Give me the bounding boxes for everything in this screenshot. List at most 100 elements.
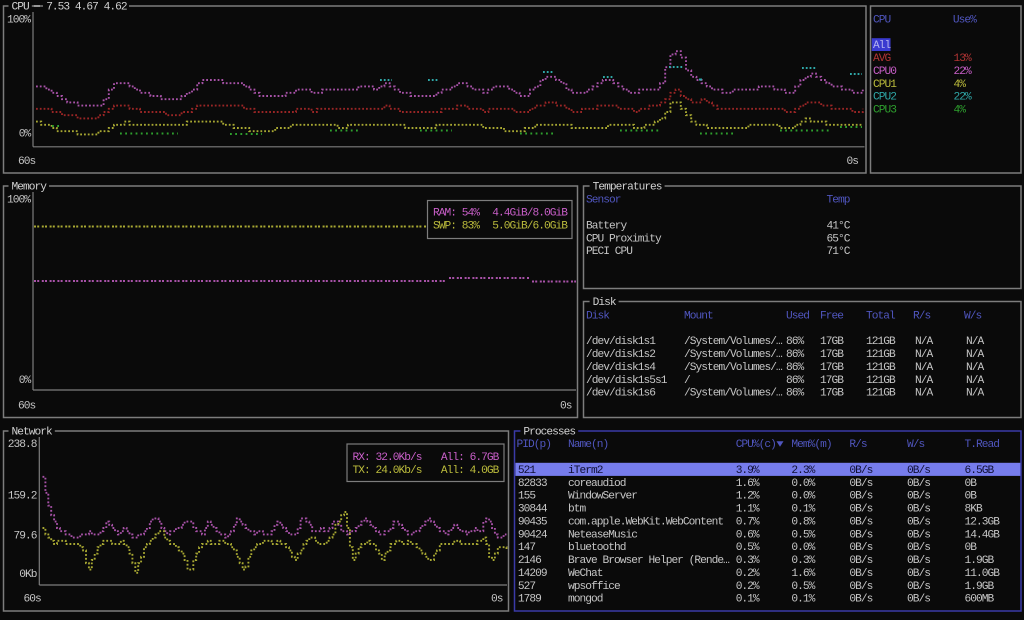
svg-text:1.1%: 1.1% bbox=[736, 504, 760, 516]
svg-text:N/A: N/A bbox=[966, 336, 984, 348]
svg-text:N/A: N/A bbox=[915, 336, 933, 348]
svg-text:86%: 86% bbox=[786, 336, 804, 348]
svg-text:0.1%: 0.1% bbox=[791, 504, 815, 516]
svg-text:0B/s: 0B/s bbox=[849, 542, 872, 554]
svg-text:11.0GB: 11.0GB bbox=[965, 568, 1001, 580]
svg-text:2146: 2146 bbox=[518, 555, 541, 567]
svg-text:0B/s: 0B/s bbox=[849, 581, 872, 593]
svg-text:Mount: Mount bbox=[684, 311, 713, 323]
svg-text:8KB: 8KB bbox=[965, 504, 983, 516]
svg-text:0.3%: 0.3% bbox=[736, 555, 760, 567]
svg-text:N/A: N/A bbox=[915, 375, 933, 387]
svg-text:Battery: Battery bbox=[586, 220, 627, 232]
svg-text:/System/Volumes/…: /System/Volumes/… bbox=[684, 388, 783, 400]
svg-text:/dev/disk1s1: /dev/disk1s1 bbox=[586, 336, 656, 348]
svg-text:N/A: N/A bbox=[915, 349, 933, 361]
svg-text:71°C: 71°C bbox=[827, 246, 851, 258]
svg-text:600MB: 600MB bbox=[965, 594, 995, 606]
svg-text:0B/s: 0B/s bbox=[907, 504, 930, 516]
svg-text:0B/s: 0B/s bbox=[849, 465, 872, 477]
svg-text:W/s: W/s bbox=[907, 439, 924, 451]
svg-text:4%: 4% bbox=[954, 105, 967, 117]
svg-text:/: / bbox=[684, 375, 691, 387]
svg-text:0B/s: 0B/s bbox=[907, 491, 930, 503]
svg-text:SWP: 83%: SWP: 83% bbox=[433, 220, 480, 232]
svg-text:82833: 82833 bbox=[518, 478, 547, 490]
svg-text:1.9GB: 1.9GB bbox=[965, 555, 995, 567]
svg-text:147: 147 bbox=[518, 542, 535, 554]
svg-text:Free: Free bbox=[820, 311, 843, 323]
svg-text:0B: 0B bbox=[965, 542, 978, 554]
svg-text:RAM: 54%: RAM: 54% bbox=[433, 208, 480, 220]
svg-text:0B: 0B bbox=[965, 491, 978, 503]
svg-text:Sensor: Sensor bbox=[586, 195, 621, 207]
svg-text:CPU1: CPU1 bbox=[873, 79, 897, 91]
svg-text:17GB: 17GB bbox=[820, 362, 844, 374]
svg-text:T.Read: T.Read bbox=[965, 439, 1000, 451]
svg-text:0s: 0s bbox=[847, 156, 859, 168]
svg-text:5.0GiB/6.0GiB: 5.0GiB/6.0GiB bbox=[492, 220, 568, 232]
svg-text:79.6: 79.6 bbox=[14, 531, 37, 543]
svg-text:PID(p): PID(p) bbox=[517, 439, 551, 451]
svg-text:0.2%: 0.2% bbox=[736, 568, 760, 580]
svg-text:/System/Volumes/…: /System/Volumes/… bbox=[684, 336, 783, 348]
svg-text:1.6%: 1.6% bbox=[791, 568, 815, 580]
svg-text:1.9GB: 1.9GB bbox=[965, 581, 995, 593]
svg-text:155: 155 bbox=[518, 491, 535, 503]
svg-text:RX: 32.0Kb/s: RX: 32.0Kb/s bbox=[353, 452, 422, 464]
svg-text:0B/s: 0B/s bbox=[907, 594, 930, 606]
svg-text:0B/s: 0B/s bbox=[849, 478, 872, 490]
svg-text:Name(n): Name(n) bbox=[568, 439, 608, 451]
svg-text:238.8: 238.8 bbox=[8, 439, 37, 451]
svg-text:1.2%: 1.2% bbox=[736, 491, 760, 503]
svg-text:CPU: CPU bbox=[873, 15, 890, 27]
svg-text:/dev/disk1s5s1: /dev/disk1s5s1 bbox=[586, 375, 668, 387]
svg-text:Disk: Disk bbox=[586, 311, 610, 323]
svg-text:N/A: N/A bbox=[915, 388, 933, 400]
svg-text:mongod: mongod bbox=[568, 594, 603, 606]
svg-text:CPU2: CPU2 bbox=[873, 92, 896, 104]
svg-text:bluetoothd: bluetoothd bbox=[568, 542, 626, 554]
svg-text:R/s: R/s bbox=[913, 311, 930, 323]
svg-text:Memory: Memory bbox=[12, 182, 48, 194]
svg-text:0.1%: 0.1% bbox=[736, 594, 760, 606]
svg-text:wpsoffice: wpsoffice bbox=[568, 581, 620, 593]
svg-text:0B/s: 0B/s bbox=[907, 542, 930, 554]
svg-text:Used: Used bbox=[786, 311, 809, 323]
svg-text:N/A: N/A bbox=[966, 362, 984, 374]
svg-text:Total: Total bbox=[866, 311, 896, 323]
svg-text:N/A: N/A bbox=[915, 362, 933, 374]
svg-text:4.4GiB/8.0GiB: 4.4GiB/8.0GiB bbox=[492, 208, 568, 220]
svg-text:0B/s: 0B/s bbox=[907, 529, 930, 541]
svg-text:121GB: 121GB bbox=[866, 349, 896, 361]
svg-text:Network: Network bbox=[12, 427, 53, 439]
svg-text:121GB: 121GB bbox=[866, 388, 896, 400]
svg-text:0.5%: 0.5% bbox=[791, 529, 815, 541]
svg-text:0.0%: 0.0% bbox=[791, 478, 815, 490]
svg-text:159.2: 159.2 bbox=[8, 491, 37, 503]
svg-text:0.0%: 0.0% bbox=[791, 491, 815, 503]
svg-text:0s: 0s bbox=[560, 401, 572, 413]
svg-text:All: 4.0GB: All: 4.0GB bbox=[441, 465, 500, 477]
svg-text:R/s: R/s bbox=[849, 439, 866, 451]
svg-text:0B/s: 0B/s bbox=[849, 491, 872, 503]
svg-text:60s: 60s bbox=[18, 156, 35, 168]
svg-text:TX: 24.0Kb/s: TX: 24.0Kb/s bbox=[353, 465, 422, 477]
svg-text:/dev/disk1s6: /dev/disk1s6 bbox=[586, 388, 655, 400]
svg-text:com.apple.WebKit.WebContent: com.apple.WebKit.WebContent bbox=[568, 516, 723, 528]
svg-text:6.5GB: 6.5GB bbox=[965, 465, 995, 477]
svg-text:WindowServer: WindowServer bbox=[568, 491, 637, 503]
svg-text:Temp: Temp bbox=[827, 195, 850, 207]
svg-text:22%: 22% bbox=[954, 66, 972, 78]
svg-text:iTerm2: iTerm2 bbox=[568, 465, 603, 477]
svg-text:86%: 86% bbox=[786, 388, 804, 400]
svg-text:0%: 0% bbox=[19, 375, 32, 387]
svg-text:0B/s: 0B/s bbox=[849, 568, 872, 580]
svg-text:3.9%: 3.9% bbox=[736, 465, 760, 477]
svg-text:13%: 13% bbox=[954, 53, 972, 65]
svg-text:0.6%: 0.6% bbox=[736, 529, 760, 541]
svg-text:65°C: 65°C bbox=[827, 233, 851, 245]
svg-text:86%: 86% bbox=[786, 349, 804, 361]
svg-text:1.6%: 1.6% bbox=[736, 478, 760, 490]
svg-text:0B/s: 0B/s bbox=[849, 516, 872, 528]
